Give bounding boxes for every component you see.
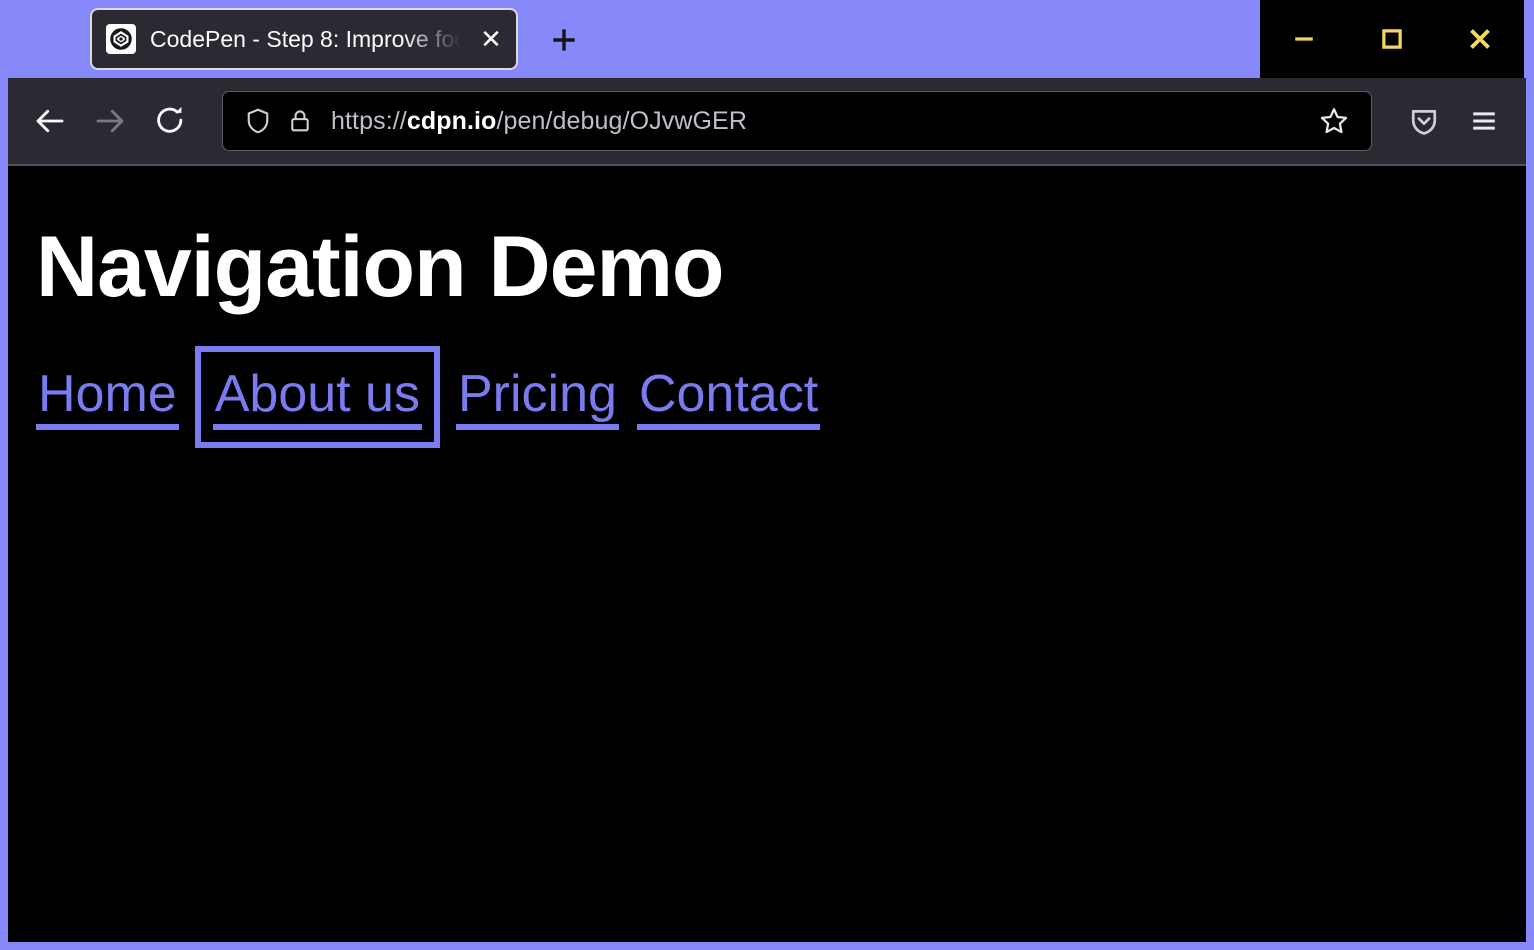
site-navigation: Home About us Pricing Contact	[36, 364, 1526, 430]
nav-link-pricing[interactable]: Pricing	[456, 364, 619, 430]
back-arrow-icon	[32, 103, 68, 139]
browser-window: CodePen - Step 8: Improve focus ✕	[0, 0, 1534, 950]
maximize-icon	[1377, 24, 1407, 54]
plus-icon	[547, 23, 581, 57]
nav-link-home[interactable]: Home	[36, 364, 179, 430]
shield-icon[interactable]	[237, 106, 279, 136]
forward-arrow-icon	[92, 103, 128, 139]
window-close-button[interactable]	[1448, 13, 1512, 65]
url-host: cdpn.io	[407, 107, 497, 135]
tab-title: CodePen - Step 8: Improve focus	[150, 24, 474, 54]
nav-link-contact[interactable]: Contact	[637, 364, 820, 430]
window-controls	[1260, 0, 1524, 78]
pocket-button[interactable]	[1394, 91, 1454, 151]
maximize-button[interactable]	[1360, 13, 1424, 65]
close-icon[interactable]: ✕	[474, 22, 508, 56]
reload-button[interactable]	[140, 91, 200, 151]
url-text[interactable]: https://cdpn.io/pen/debug/OJvwGER	[331, 107, 1311, 136]
hamburger-menu-button[interactable]	[1454, 91, 1514, 151]
back-button[interactable]	[20, 91, 80, 151]
minimize-button[interactable]	[1272, 13, 1336, 65]
pocket-icon	[1407, 104, 1441, 138]
star-icon[interactable]	[1311, 98, 1357, 144]
minimize-icon	[1289, 24, 1319, 54]
lock-icon[interactable]	[279, 107, 321, 135]
url-scheme: https://	[331, 107, 407, 135]
url-bar[interactable]: https://cdpn.io/pen/debug/OJvwGER	[222, 91, 1372, 151]
codepen-logo-icon	[106, 24, 136, 54]
window-close-icon	[1463, 22, 1497, 56]
new-tab-button[interactable]	[536, 12, 592, 68]
page-title: Navigation Demo	[36, 222, 1526, 312]
navigation-toolbar: https://cdpn.io/pen/debug/OJvwGER	[8, 78, 1526, 166]
reload-icon	[152, 103, 188, 139]
browser-tab[interactable]: CodePen - Step 8: Improve focus ✕	[90, 8, 518, 70]
nav-link-about-us[interactable]: About us	[213, 364, 422, 430]
url-path: /pen/debug/OJvwGER	[496, 107, 747, 135]
tab-strip: CodePen - Step 8: Improve focus ✕	[0, 0, 1534, 78]
hamburger-menu-icon	[1467, 104, 1501, 138]
page-content: Navigation Demo Home About us Pricing Co…	[8, 166, 1526, 942]
forward-button[interactable]	[80, 91, 140, 151]
